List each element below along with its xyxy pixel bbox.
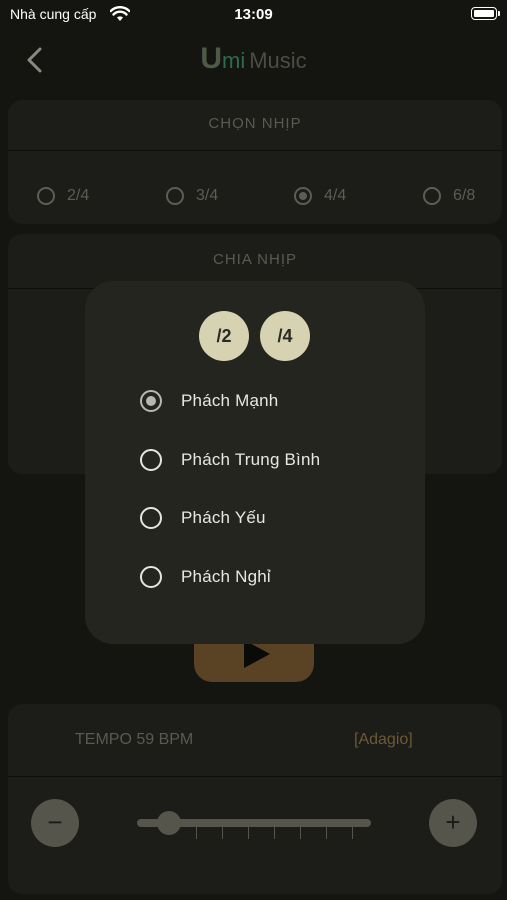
slider-tick — [300, 827, 301, 839]
tempo-increase-button[interactable]: + — [429, 799, 477, 847]
note-division-quarter-button[interactable]: /4 — [260, 311, 310, 361]
radio-icon — [140, 566, 162, 588]
subdivision-title: CHIA NHỊP — [212, 251, 297, 268]
divider — [8, 776, 502, 777]
time-signature-title: CHỌN NHỊP — [208, 115, 302, 132]
play-icon — [244, 640, 270, 668]
status-bar: Nhà cung cấp 13:09 — [0, 0, 507, 30]
radio-selected-icon — [140, 390, 162, 412]
status-time: 13:09 — [234, 6, 273, 23]
tempo-slider-thumb[interactable] — [157, 811, 181, 835]
time-sig-option-3-4[interactable]: 3/4 — [166, 187, 218, 205]
slider-tick — [196, 827, 197, 839]
radio-selected-icon — [294, 187, 312, 205]
divider — [8, 150, 502, 151]
slider-tick — [222, 827, 223, 839]
slider-tick — [274, 827, 275, 839]
time-sig-option-2-4[interactable]: 2/4 — [37, 187, 89, 205]
logo-mi: mi — [222, 48, 246, 73]
accent-option-strong[interactable]: Phách Mạnh — [140, 390, 278, 412]
slider-tick — [248, 827, 249, 839]
radio-icon — [140, 449, 162, 471]
logo-music: Music — [249, 48, 307, 73]
accent-option-medium[interactable]: Phách Trung Bình — [140, 449, 320, 471]
time-sig-option-6-8[interactable]: 6/8 — [423, 187, 475, 205]
accent-option-weak[interactable]: Phách Yếu — [140, 507, 266, 529]
logo-u: U — [200, 42, 222, 75]
time-signature-panel: CHỌN NHỊP — [8, 100, 502, 224]
accent-option-rest[interactable]: Phách Nghỉ — [140, 566, 271, 588]
slider-tick — [352, 827, 353, 839]
slider-tick — [326, 827, 327, 839]
radio-icon — [37, 187, 55, 205]
tempo-marking: [Adagio] — [354, 731, 413, 748]
time-sig-option-4-4[interactable]: 4/4 — [294, 187, 346, 205]
minus-icon: − — [47, 807, 63, 837]
radio-icon — [140, 507, 162, 529]
note-division-half-button[interactable]: /2 — [199, 311, 249, 361]
radio-icon — [423, 187, 441, 205]
tempo-decrease-button[interactable]: − — [31, 799, 79, 847]
tempo-label: TEMPO 59 BPM — [75, 731, 194, 748]
app-title: Umi Music — [0, 42, 507, 76]
battery-icon — [471, 7, 500, 20]
radio-icon — [166, 187, 184, 205]
plus-icon: + — [445, 807, 461, 837]
